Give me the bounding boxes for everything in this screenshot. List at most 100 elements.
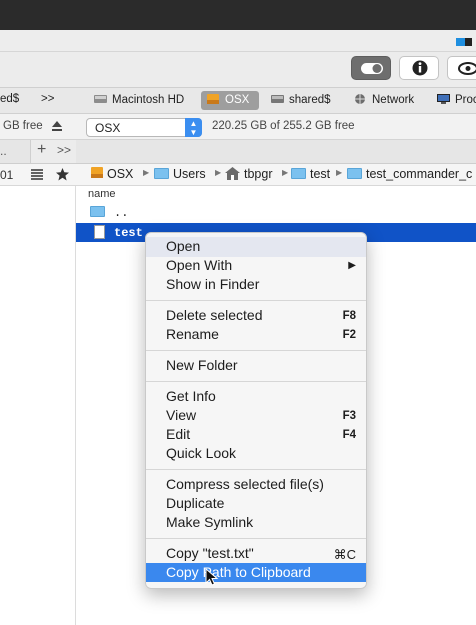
menu-item-duplicate[interactable]: Duplicate [166,495,224,511]
list-view-icon[interactable] [31,169,43,180]
volume-label: ed$ [0,93,20,105]
menu-item-copy-path-highlight[interactable]: Copy Path to Clipboard [146,563,366,582]
menu-item-new-folder[interactable]: New Folder [166,357,238,373]
folder-icon [347,168,362,179]
right-free-space: 220.25 GB of 255.2 GB free [212,120,355,132]
volume-label: OSX [225,94,250,106]
menu-item-open[interactable]: Open [166,238,200,254]
menu-item-rename[interactable]: Rename [166,326,219,342]
volume-label: Network [372,94,415,106]
eject-icon[interactable] [52,121,62,132]
context-menu: Open Open With ▶ Show in Finder Delete s… [145,232,367,589]
menu-item-delete-selected[interactable]: Delete selected [166,307,263,323]
drive-info-bar: GB free OSX ▲ ▼ 220.25 GB of 255.2 GB fre… [0,114,476,140]
volume-network[interactable]: Network [354,93,414,106]
folder-icon [90,206,105,217]
crumb-users[interactable]: Users [154,167,206,181]
left-free-space: GB free [3,120,43,132]
menu-item-open-with[interactable]: Open With [166,257,232,273]
menu-item-show-in-finder[interactable]: Show in Finder [166,276,259,292]
crumb-label: Users [173,167,206,181]
star-icon[interactable] [56,168,69,181]
menu-item-get-info[interactable]: Get Info [166,388,216,404]
volume-shared[interactable]: shared$ [271,93,331,106]
left-tab-stub[interactable]: .. [0,144,7,158]
menu-item-compress[interactable]: Compress selected file(s) [166,476,324,492]
crumb-label: OSX [107,167,134,181]
breadcrumb: OSX ▶ Users ▶ tbpgr ▶ test ▶ test_comman… [76,164,476,186]
monitor-icon [437,94,450,104]
volume-label: Proc [455,94,476,106]
crumb-separator-icon: ▶ [143,168,150,177]
shortcut-f2: F2 [342,329,356,341]
menu-separator [146,350,366,351]
drive-select-value: OSX [95,121,121,135]
panel-divider[interactable] [75,186,76,625]
network-drive-icon [271,95,284,103]
select-arrows-icon: ▲ ▼ [185,118,202,137]
document-icon [94,225,105,239]
mouse-pointer-icon [205,568,219,586]
menu-item-quick-look[interactable]: Quick Look [166,445,236,461]
drive-select[interactable]: OSX ▲ ▼ [86,118,202,137]
volume-shared-left[interactable]: ed$ [0,93,19,105]
external-disk-icon [91,167,103,178]
overflow-chevron-icon: >> [41,93,55,105]
crumb-label: test [310,167,331,181]
add-tab-button[interactable]: + [37,141,46,159]
quick-look-button[interactable] [447,56,476,80]
menu-separator [146,538,366,539]
crumb-test-commander[interactable]: test_commander_c [347,167,472,181]
left-panel-crumb: 01 [0,168,14,182]
list-item-name: test [114,226,143,240]
app-status-icon [456,38,472,46]
crumb-osx[interactable]: OSX [90,167,133,181]
list-item[interactable]: .. [90,206,128,220]
top-dark-band [0,0,476,30]
tab-strip: .. + >> [0,140,476,164]
volumes-bar: ed$ >> Macintosh HD OSX shared$ Network … [0,88,476,114]
volume-proc[interactable]: Proc [437,93,476,106]
volumes-overflow-button[interactable]: >> [41,93,54,105]
crumb-label: test_commander_c [366,167,473,181]
crumb-test[interactable]: test [291,167,330,181]
hard-disk-icon [94,95,107,103]
shortcut-f4: F4 [342,429,356,441]
shortcut-cmd-c: ⌘C [333,547,356,562]
network-globe-icon [355,94,365,104]
menu-separator [146,300,366,301]
menu-item-view[interactable]: View [166,407,196,423]
menu-separator [146,469,366,470]
volume-osx[interactable]: OSX [207,93,249,106]
menu-item-make-symlink[interactable]: Make Symlink [166,514,253,530]
list-item-name: .. [114,206,129,220]
column-header-name[interactable]: name [88,188,116,200]
menu-item-copy-file[interactable]: Copy "test.txt" [166,545,254,561]
menu-item-copy-path: Copy Path to Clipboard [166,564,311,580]
folder-icon [154,168,169,179]
folder-icon [291,168,306,179]
window-titlebar [0,30,476,52]
external-disk-icon [207,94,219,104]
left-panel-header: 01 [0,164,76,186]
volume-macintosh-hd[interactable]: Macintosh HD [94,93,184,106]
shortcut-f3: F3 [342,410,356,422]
toggle-panel-button[interactable] [351,56,391,80]
volume-label: shared$ [289,94,331,106]
eye-icon [458,62,476,75]
crumb-separator-icon: ▶ [215,168,222,177]
menu-separator [146,381,366,382]
crumb-label: tbpgr [244,167,273,181]
info-button[interactable] [399,56,439,80]
shortcut-f8: F8 [342,310,356,322]
toggle-switch-icon [361,63,383,74]
menu-item-edit[interactable]: Edit [166,426,190,442]
crumb-separator-icon: ▶ [282,168,289,177]
volume-label: Macintosh HD [112,94,185,106]
tab-controls: + >> [30,140,76,163]
info-icon [412,60,428,76]
crumb-separator-icon: ▶ [336,168,343,177]
more-tabs-button[interactable]: >> [57,143,71,157]
crumb-tbpgr[interactable]: tbpgr [225,167,273,181]
submenu-arrow-icon: ▶ [348,260,356,271]
